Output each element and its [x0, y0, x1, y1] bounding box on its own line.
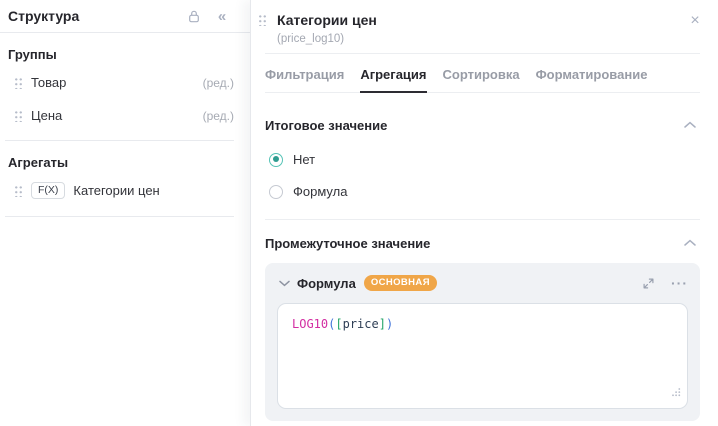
- drag-handle-icon[interactable]: [258, 14, 266, 26]
- lock-icon: [189, 10, 199, 22]
- code-token-bracket: ]: [378, 317, 386, 331]
- field-settings-drawer: Категории цен (price_log10) × Фильтрация…: [250, 0, 718, 426]
- radio-selected-icon[interactable]: [269, 152, 283, 167]
- expand-editor-button[interactable]: [639, 274, 657, 292]
- dataset-field-editor: Структура « Группы Товар (ред.) Цена (ре…: [0, 0, 718, 426]
- double-chevron-left-icon: «: [217, 7, 227, 25]
- field-id-subtitle: (price_log10): [277, 33, 345, 45]
- drag-handle-icon[interactable]: [14, 184, 22, 197]
- group-item-label: Товар: [31, 75, 67, 90]
- code-token-function: LOG10: [292, 317, 329, 331]
- collapse-section-button[interactable]: [680, 233, 700, 253]
- formula-code-line: LOG10([price]): [292, 317, 673, 331]
- main-formula-badge: ОСНОВНАЯ: [363, 275, 437, 291]
- drag-handle-icon[interactable]: [14, 109, 22, 122]
- code-token-bracket: [: [335, 317, 343, 331]
- tab-aggregation[interactable]: Агрегация: [360, 54, 427, 93]
- total-value-heading: Итоговое значение: [265, 117, 388, 133]
- formula-fx-badge: F(X): [31, 182, 66, 199]
- collapse-sidebar-button[interactable]: «: [210, 4, 234, 28]
- tab-formatting[interactable]: Форматирование: [536, 54, 648, 93]
- divider: [5, 216, 234, 217]
- formula-block-title: Формула: [297, 275, 356, 291]
- collapse-formula-button[interactable]: [275, 274, 293, 292]
- group-item-tovar[interactable]: Товар (ред.): [0, 66, 250, 99]
- ellipsis-icon: ···: [671, 275, 688, 291]
- code-token-paren: ): [385, 317, 394, 331]
- drawer-header: Категории цен (price_log10) ×: [251, 0, 718, 45]
- total-value-section-header: Итоговое значение: [265, 115, 700, 135]
- intermediate-value-section-header: Промежуточное значение: [265, 233, 700, 253]
- field-title: Категории цен: [277, 12, 377, 28]
- tab-filtering[interactable]: Фильтрация: [265, 54, 344, 93]
- close-icon: ×: [690, 12, 700, 29]
- expand-diagonal-icon: [643, 278, 653, 288]
- sidebar-header: Структура «: [0, 0, 250, 33]
- aggregate-item-label: Категории цен: [73, 183, 160, 198]
- groups-heading: Группы: [8, 47, 57, 62]
- radio-unselected-icon[interactable]: [269, 184, 283, 199]
- formula-editor[interactable]: LOG10([price]): [277, 303, 688, 409]
- group-item-cena[interactable]: Цена (ред.): [0, 99, 250, 132]
- tab-sorting[interactable]: Сортировка: [443, 54, 520, 93]
- resize-grip-icon: [672, 388, 681, 397]
- group-item-label: Цена: [31, 108, 63, 123]
- chevron-down-icon: [278, 280, 290, 286]
- structure-sidebar: Структура « Группы Товар (ред.) Цена (ре…: [0, 0, 250, 426]
- chevron-up-icon: [684, 239, 696, 246]
- settings-tabs: Фильтрация Агрегация Сортировка Форматир…: [265, 54, 700, 93]
- formula-card-header: Формула ОСНОВНАЯ ···: [277, 272, 688, 294]
- code-token-field: price: [342, 317, 379, 331]
- aggregate-item-kategorii-cen[interactable]: F(X) Категории цен: [0, 174, 250, 207]
- total-value-option-formula[interactable]: Формула: [269, 184, 700, 199]
- aggregates-heading: Агрегаты: [8, 155, 69, 170]
- formula-actions: ···: [639, 274, 688, 292]
- radio-label: Нет: [293, 152, 316, 167]
- drag-handle-icon[interactable]: [14, 76, 22, 89]
- radio-label: Формула: [293, 184, 348, 199]
- chevron-up-icon: [684, 121, 696, 128]
- edit-link[interactable]: (ред.): [203, 109, 234, 123]
- total-value-option-none[interactable]: Нет: [269, 152, 700, 167]
- divider: [265, 219, 700, 220]
- resize-grip-handle[interactable]: [671, 384, 681, 402]
- more-menu-button[interactable]: ···: [671, 275, 688, 291]
- close-button[interactable]: ×: [684, 10, 706, 32]
- sidebar-title: Структура: [8, 8, 80, 24]
- collapse-section-button[interactable]: [680, 115, 700, 135]
- edit-link[interactable]: (ред.): [203, 76, 234, 90]
- intermediate-value-heading: Промежуточное значение: [265, 235, 431, 251]
- formula-card: Формула ОСНОВНАЯ ··· LOG10([price]): [265, 263, 700, 421]
- divider: [5, 140, 234, 141]
- lock-button[interactable]: [182, 4, 206, 28]
